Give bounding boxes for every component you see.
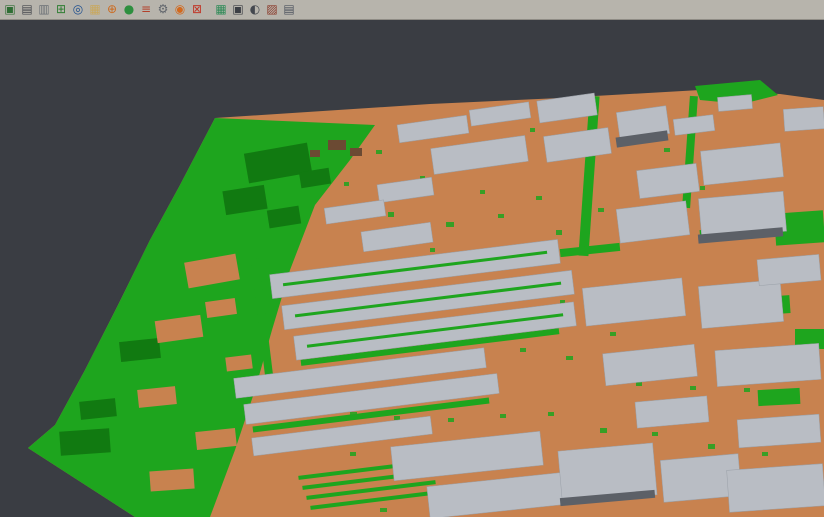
building-roof	[757, 254, 821, 285]
save-icon[interactable]: ▥	[36, 2, 52, 18]
building-roof	[727, 464, 824, 513]
open-folder-icon[interactable]: ▦	[87, 2, 103, 18]
settings-icon[interactable]: ⚙	[155, 2, 171, 18]
open-scene-icon[interactable]: ▤	[19, 2, 35, 18]
zoom-extent-icon[interactable]: ◎	[70, 2, 86, 18]
building-roof	[717, 95, 752, 112]
building-roof	[783, 107, 824, 132]
world-icon[interactable]: ◐	[247, 2, 263, 18]
classify-icon[interactable]: ▨	[264, 2, 280, 18]
table-icon[interactable]: ▤	[281, 2, 297, 18]
measure-icon[interactable]: ≡	[138, 2, 154, 18]
add-layer-icon[interactable]: ⊞	[53, 2, 69, 18]
globe-icon[interactable]: ●	[121, 2, 137, 18]
pan-icon[interactable]: ⊕	[104, 2, 120, 18]
layers-icon[interactable]: ▣	[230, 2, 246, 18]
grid-icon[interactable]: ▦	[213, 2, 229, 18]
3d-viewport[interactable]	[0, 0, 824, 517]
full-extent-icon[interactable]: ⊠	[189, 2, 205, 18]
building-roof	[737, 414, 821, 448]
new-scene-icon[interactable]: ▣	[2, 2, 18, 18]
scene-render[interactable]	[0, 0, 824, 517]
target-icon[interactable]: ◉	[172, 2, 188, 18]
building-roof	[715, 343, 821, 386]
toolbar: ▣ ▤ ▥ ⊞ ◎ ▦ ⊕ ● ≡ ⚙ ◉ ⊠ ▦ ▣ ◐ ▨ ▤	[0, 0, 824, 20]
toolbar-separator	[206, 2, 212, 18]
building-roof	[698, 280, 783, 329]
